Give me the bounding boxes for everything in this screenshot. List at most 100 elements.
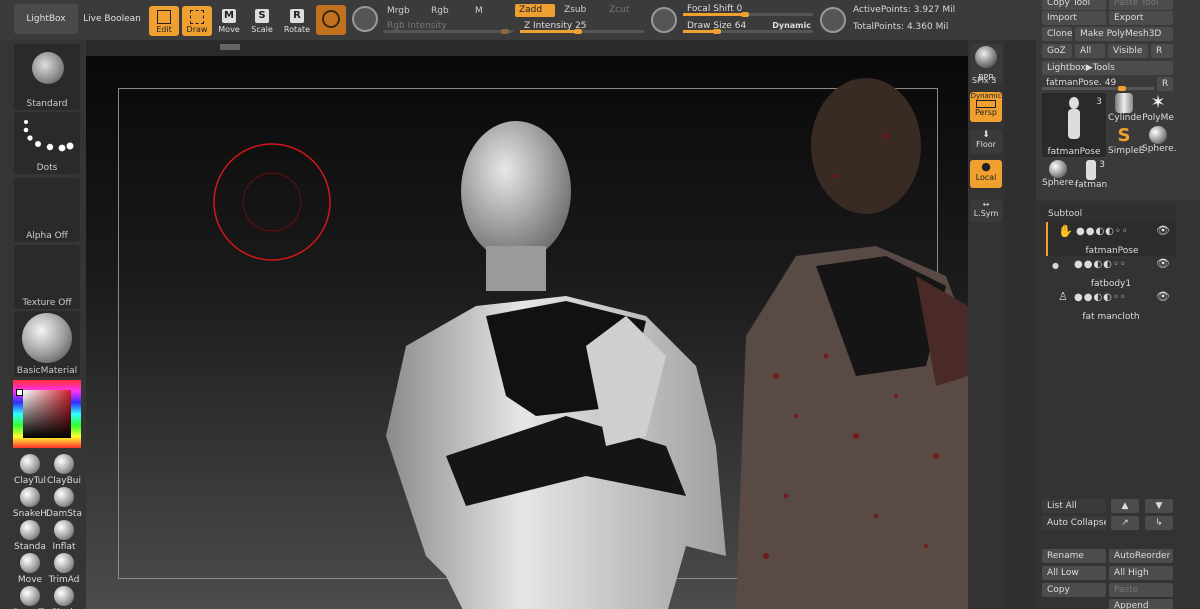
tool-thumb-cylinder[interactable]: Cylinde xyxy=(1108,93,1142,125)
rename-button[interactable]: Rename xyxy=(1042,549,1106,563)
tool-thumb-fatmanpose[interactable]: 3 fatmanPose xyxy=(1042,93,1106,157)
auto-collapse-button[interactable]: Auto Collapse xyxy=(1042,516,1106,530)
tool-slider-knob[interactable] xyxy=(1118,86,1126,91)
tool-thumb-simplebrush[interactable]: S SimpleE xyxy=(1108,126,1144,158)
paste-tool-button[interactable]: Paste Tool xyxy=(1109,0,1173,10)
goz-all-button[interactable]: All xyxy=(1075,44,1105,58)
move-label: Move xyxy=(218,25,240,34)
focal-shift-slider[interactable]: Focal Shift 0 xyxy=(683,3,813,17)
lightbox-button[interactable]: LightBox xyxy=(14,4,78,34)
draw-size-knob[interactable] xyxy=(713,29,721,34)
lightbox-tools-button[interactable]: Lightbox▶Tools xyxy=(1042,61,1173,75)
visibility-eye-icon[interactable]: 👁 xyxy=(1156,224,1170,237)
local-button[interactable]: ● Local xyxy=(970,160,1002,188)
rgb-intensity-knob[interactable] xyxy=(501,29,509,34)
brush-palette-item[interactable]: Inflat xyxy=(46,518,82,552)
stroke-icon[interactable] xyxy=(352,6,378,32)
rgb-intensity-slider[interactable]: Rgb Intensity xyxy=(383,20,513,34)
stroke-dots-tile[interactable]: Dots xyxy=(14,112,80,174)
tool-thumb-sphere[interactable]: Sphere. xyxy=(1142,126,1177,158)
sculpt-model[interactable] xyxy=(366,116,746,609)
brush-palette-item[interactable]: TrimAd xyxy=(46,551,82,585)
m-button[interactable]: M xyxy=(471,5,511,18)
brush-palette-item[interactable]: DamSta xyxy=(46,485,82,519)
visibility-eye-icon[interactable]: 👁 xyxy=(1156,257,1170,270)
export-button[interactable]: Export xyxy=(1109,11,1173,25)
persp-button[interactable]: Dynamic Persp xyxy=(970,92,1002,122)
subtool-options-icon[interactable]: ●●◐◐◦◦ xyxy=(1076,226,1129,237)
rotate-button[interactable]: R Rotate xyxy=(282,6,312,36)
scale-button[interactable]: S Scale xyxy=(248,6,276,36)
subtool-header[interactable]: Subtool xyxy=(1040,206,1176,222)
brush-palette-item[interactable]: Pinch xyxy=(46,584,82,609)
current-tool-slider[interactable]: fatmanPose. 49 xyxy=(1042,77,1154,91)
all-low-button[interactable]: All Low xyxy=(1042,566,1106,580)
make-polymesh-button[interactable]: Make PolyMesh3D xyxy=(1075,27,1173,41)
material-ball-button[interactable] xyxy=(316,5,346,35)
move-button[interactable]: M Move xyxy=(215,6,243,36)
zcut-button[interactable]: Zcut xyxy=(605,4,645,17)
append-button[interactable]: Append xyxy=(1109,599,1173,609)
floor-button[interactable]: ⬇ Floor xyxy=(970,130,1002,154)
import-button[interactable]: Import xyxy=(1042,11,1106,25)
color-picker[interactable] xyxy=(13,380,81,448)
tool-label: Cylinde xyxy=(1108,113,1142,123)
clone-button[interactable]: Clone xyxy=(1042,27,1072,41)
alpha-tile[interactable]: Alpha Off xyxy=(14,178,80,242)
tool-thumb-polymesh[interactable]: ✶ PolyMe xyxy=(1142,93,1174,125)
spix-control[interactable]: SPix 3 xyxy=(972,76,996,85)
live-boolean-button[interactable]: Live Boolean xyxy=(82,4,142,34)
move-up-button[interactable]: ▲ xyxy=(1111,499,1139,513)
subtool-options-icon[interactable]: ●●◐◐◦◦ xyxy=(1074,259,1127,270)
move-down-button[interactable]: ▼ xyxy=(1145,499,1173,513)
rgb-button[interactable]: Rgb xyxy=(427,5,467,18)
draw-button[interactable]: Draw xyxy=(182,6,212,36)
subtool-item[interactable]: ♙ ●●◐◐◦◦ 👁 fat mancloth xyxy=(1046,288,1176,322)
mrgb-button[interactable]: Mrgb xyxy=(383,5,423,18)
focal-shift-knob[interactable] xyxy=(741,12,749,17)
goz-r-button[interactable]: R xyxy=(1151,44,1173,58)
material-tile[interactable]: BasicMaterial xyxy=(14,311,80,377)
arrow-top-button[interactable]: ↗ xyxy=(1111,516,1139,530)
zsub-button[interactable]: Zsub xyxy=(560,4,600,17)
visibility-eye-icon[interactable]: 👁 xyxy=(1156,290,1170,303)
auto-reorder-button[interactable]: AutoReorder xyxy=(1109,549,1173,563)
scale-label: Scale xyxy=(251,25,273,34)
brush-palette-item[interactable]: ClayBui xyxy=(46,452,82,486)
goz-visible-button[interactable]: Visible xyxy=(1108,44,1148,58)
main-color-swatch[interactable] xyxy=(16,389,23,396)
active-points: ActivePoints: 3.927 Mil xyxy=(853,5,956,15)
focal-shift-icon[interactable] xyxy=(651,7,677,33)
zadd-button[interactable]: Zadd xyxy=(515,4,555,17)
texture-tile[interactable]: Texture Off xyxy=(14,245,80,309)
paste-button[interactable]: Paste xyxy=(1109,583,1173,597)
edit-button[interactable]: Edit xyxy=(149,6,179,36)
arrow-bottom-button[interactable]: ↳ xyxy=(1145,516,1173,530)
brush-icon xyxy=(54,520,74,540)
all-high-button[interactable]: All High xyxy=(1109,566,1173,580)
goz-button[interactable]: GoZ xyxy=(1042,44,1072,58)
copy-button[interactable]: Copy xyxy=(1042,583,1106,597)
edit-label: Edit xyxy=(156,25,172,34)
tool-r-button[interactable]: R xyxy=(1157,77,1173,91)
draw-size-slider[interactable]: Draw Size 64 Dynamic xyxy=(683,20,813,34)
tool-thumb-sphere-2[interactable]: Sphere. xyxy=(1042,160,1077,192)
divide-icon[interactable] xyxy=(820,7,846,33)
brush-standard-tile[interactable]: Standard xyxy=(14,44,80,110)
z-intensity-slider[interactable]: Z Intensity 25 xyxy=(520,20,644,34)
document-canvas[interactable] xyxy=(86,56,968,609)
spix-label: SPix xyxy=(972,76,989,85)
canvas-scrollbar[interactable] xyxy=(86,41,968,56)
brush-palette-item[interactable]: CurveTu xyxy=(12,584,48,609)
copy-tool-button[interactable]: Copy Tool xyxy=(1042,0,1106,10)
local-icon: ● xyxy=(981,160,991,173)
list-all-button[interactable]: List All xyxy=(1042,499,1106,513)
subtool-item[interactable]: ● ●●◐◐◦◦ 👁 fatbody1 xyxy=(1046,255,1176,289)
color-square[interactable] xyxy=(23,390,71,438)
subtool-item[interactable]: ✋ ●●◐◐◦◦ 👁 fatmanPose xyxy=(1046,222,1176,256)
z-intensity-knob[interactable] xyxy=(574,29,582,34)
tool-thumb-fatman[interactable]: 3 fatman xyxy=(1075,160,1107,192)
lsym-button[interactable]: ↔ L.Sym xyxy=(970,200,1002,222)
subtool-options-icon[interactable]: ●●◐◐◦◦ xyxy=(1074,292,1127,303)
canvas-scroll-thumb[interactable] xyxy=(220,44,240,50)
